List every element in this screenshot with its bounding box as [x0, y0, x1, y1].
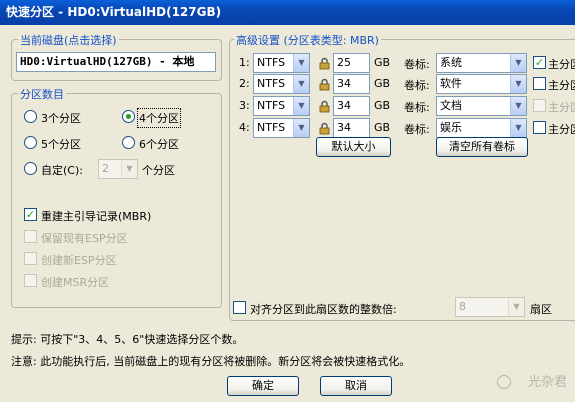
size-input[interactable]: 34 [333, 74, 370, 94]
current-disk-legend: 当前磁盘(点击选择) [18, 32, 119, 48]
radio-3-partitions[interactable] [24, 110, 37, 123]
size-unit: GB [374, 121, 391, 134]
radio-custom-label: 自定(C): [41, 164, 83, 177]
chevron-down-icon: ▼ [510, 75, 526, 93]
row-index: 1: [239, 56, 250, 69]
create-esp-checkbox[interactable] [24, 252, 37, 265]
volume-value: 文档 [440, 99, 462, 112]
filesystem-select[interactable]: NTFS ▼ [253, 96, 310, 116]
radio-4-partitions-label: 4个分区 [137, 108, 181, 128]
filesystem-select[interactable]: NTFS ▼ [253, 74, 310, 94]
align-select[interactable]: 8 ▼ [455, 297, 525, 317]
ok-button[interactable]: 确定 [227, 376, 299, 396]
filesystem-value: NTFS [257, 77, 286, 90]
cancel-button[interactable]: 取消 [320, 376, 392, 396]
volume-value: 软件 [440, 77, 462, 90]
create-msr-checkbox[interactable] [24, 274, 37, 287]
custom-count-select[interactable]: 2 ▼ [98, 159, 138, 179]
keep-esp-label: 保留现有ESP分区 [41, 232, 128, 245]
radio-3-partitions-label: 3个分区 [41, 112, 81, 125]
align-value: 8 [459, 300, 466, 313]
volume-value: 娱乐 [440, 121, 462, 134]
radio-6-partitions-label: 6个分区 [139, 138, 179, 151]
chevron-down-icon: ▼ [510, 97, 526, 115]
clear-labels-button[interactable]: 清空所有卷标 [436, 137, 528, 157]
default-size-button[interactable]: 默认大小 [316, 137, 391, 157]
lock-icon[interactable] [319, 100, 330, 113]
rebuild-mbr-checkbox[interactable]: ✓ [24, 208, 37, 221]
chevron-down-icon: ▼ [510, 54, 526, 72]
radio-6-partitions[interactable] [122, 136, 135, 149]
align-suffix: 扇区 [530, 303, 552, 316]
radio-5-partitions[interactable] [24, 136, 37, 149]
radio-4-partitions[interactable] [122, 110, 135, 123]
custom-count-suffix: 个分区 [142, 164, 175, 177]
volume-select[interactable]: 娱乐 ▼ [436, 118, 527, 138]
lock-icon[interactable] [319, 78, 330, 91]
size-unit: GB [374, 99, 391, 112]
chevron-down-icon: ▼ [121, 160, 137, 178]
primary-label: 主分区 [548, 79, 575, 92]
lock-icon[interactable] [319, 122, 330, 135]
warning-text: 注意: 此功能执行后, 当前磁盘上的现有分区将被删除。新分区将会被快速格式化。 [11, 355, 411, 368]
row-index: 3: [239, 99, 250, 112]
chevron-down-icon: ▼ [510, 119, 526, 137]
volume-value: 系统 [440, 56, 462, 69]
radio-5-partitions-label: 5个分区 [41, 138, 81, 151]
chevron-down-icon: ▼ [293, 119, 309, 137]
filesystem-value: NTFS [257, 99, 286, 112]
volume-select[interactable]: 系统 ▼ [436, 53, 527, 73]
align-label: 对齐分区到此扇区数的整数倍: [250, 303, 397, 316]
primary-label: 主分区 [548, 123, 575, 136]
chevron-down-icon: ▼ [293, 54, 309, 72]
radio-custom[interactable] [24, 162, 37, 175]
primary-checkbox[interactable] [533, 121, 546, 134]
create-esp-label: 创建新ESP分区 [41, 254, 117, 267]
volume-label: 卷标: [404, 101, 430, 114]
keep-esp-checkbox[interactable] [24, 230, 37, 243]
size-unit: GB [374, 77, 391, 90]
volume-label: 卷标: [404, 79, 430, 92]
hint-text: 提示: 可按下"3、4、5、6"快速选择分区个数。 [11, 333, 244, 346]
filesystem-value: NTFS [257, 121, 286, 134]
row-index: 4: [239, 121, 250, 134]
filesystem-select[interactable]: NTFS ▼ [253, 53, 310, 73]
lock-icon[interactable] [319, 57, 330, 70]
rebuild-mbr-label: 重建主引导记录(MBR) [41, 210, 152, 223]
chevron-down-icon: ▼ [293, 75, 309, 93]
chevron-down-icon: ▼ [508, 298, 524, 316]
custom-count-value: 2 [102, 162, 109, 175]
create-msr-label: 创建MSR分区 [41, 276, 110, 289]
size-unit: GB [374, 56, 391, 69]
filesystem-select[interactable]: NTFS ▼ [253, 118, 310, 138]
advanced-settings-legend: 高级设置 (分区表类型: MBR) [234, 32, 381, 48]
watermark-text: 光杂君 [527, 375, 567, 390]
partition-count-legend: 分区数目 [18, 86, 66, 102]
align-checkbox[interactable] [233, 301, 246, 314]
volume-select[interactable]: 文档 ▼ [436, 96, 527, 116]
watermark-logo-icon [497, 375, 511, 389]
current-disk-field[interactable]: HD0:VirtualHD(127GB) - 本地 [16, 52, 216, 72]
volume-select[interactable]: 软件 ▼ [436, 74, 527, 94]
filesystem-value: NTFS [257, 56, 286, 69]
size-input[interactable]: 34 [333, 118, 370, 138]
volume-label: 卷标: [404, 123, 430, 136]
primary-label: 主分区 [548, 58, 575, 71]
primary-checkbox[interactable] [533, 99, 546, 112]
chevron-down-icon: ▼ [293, 97, 309, 115]
primary-checkbox[interactable] [533, 77, 546, 90]
window-title: 快速分区 - HD0:VirtualHD(127GB) [0, 0, 575, 25]
primary-label: 主分区 [548, 101, 575, 114]
volume-label: 卷标: [404, 58, 430, 71]
size-input[interactable]: 34 [333, 96, 370, 116]
row-index: 2: [239, 77, 250, 90]
size-input[interactable]: 25 [333, 53, 370, 73]
primary-checkbox[interactable]: ✓ [533, 56, 546, 69]
